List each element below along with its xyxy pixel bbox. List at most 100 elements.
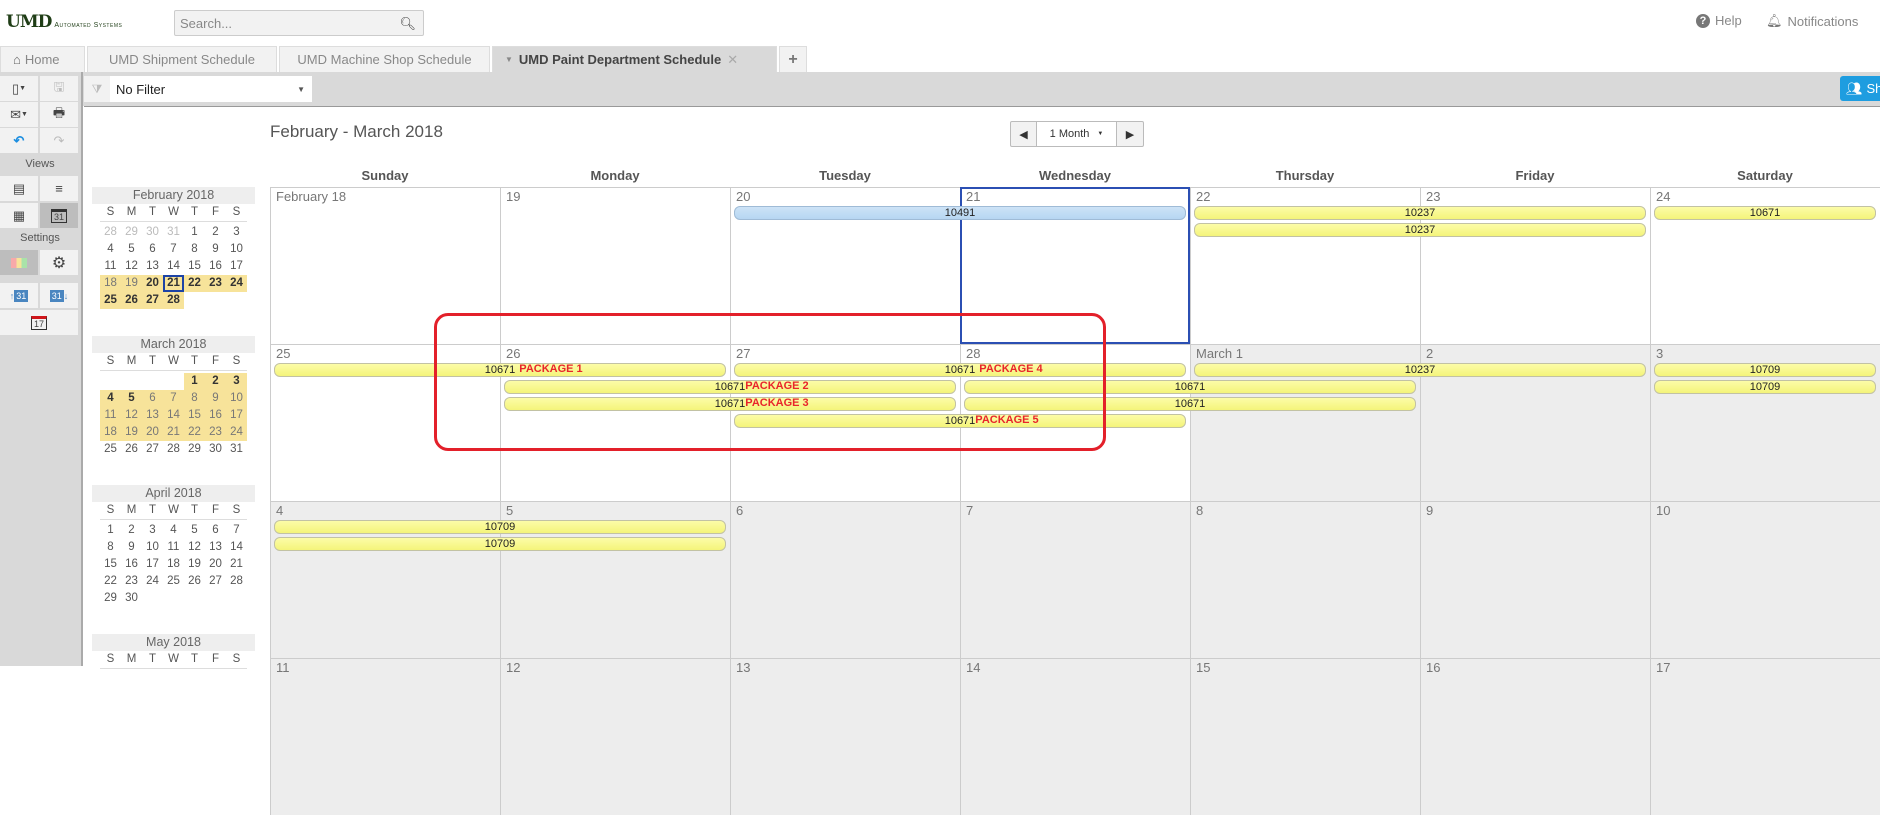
event-bar[interactable]: 10709: [1654, 380, 1876, 394]
day-cell[interactable]: 7: [960, 501, 1190, 658]
settings-button[interactable]: ⚙︎: [40, 250, 78, 275]
mini-day[interactable]: 5: [121, 241, 142, 258]
calendar-view-button[interactable]: 31: [40, 203, 78, 228]
day-cell[interactable]: 10: [1650, 501, 1880, 658]
help-link[interactable]: ? Help: [1696, 13, 1742, 28]
mini-day[interactable]: 25: [163, 573, 184, 590]
new-document-button[interactable]: ▯ ▼: [0, 76, 38, 101]
mini-day[interactable]: 2: [205, 224, 226, 241]
mini-day[interactable]: 9: [121, 539, 142, 556]
day-cell[interactable]: 14: [960, 658, 1190, 815]
day-cell[interactable]: 16: [1420, 658, 1650, 815]
mini-day[interactable]: 18: [100, 275, 121, 292]
mini-day[interactable]: 24: [226, 424, 247, 441]
mini-day[interactable]: 1: [184, 373, 205, 390]
mini-day[interactable]: 15: [184, 407, 205, 424]
mini-day[interactable]: 30: [121, 590, 142, 607]
mini-day[interactable]: 15: [184, 258, 205, 275]
mini-day[interactable]: 6: [142, 241, 163, 258]
event-bar[interactable]: 10237: [1194, 223, 1646, 237]
mini-day[interactable]: 3: [226, 224, 247, 241]
mini-day[interactable]: 10: [142, 539, 163, 556]
tile-view-button[interactable]: ▦: [0, 203, 38, 228]
mini-day[interactable]: 9: [205, 241, 226, 258]
mini-day[interactable]: 23: [121, 573, 142, 590]
mini-day[interactable]: 28: [163, 441, 184, 458]
mini-day[interactable]: 3: [226, 373, 247, 390]
mini-day[interactable]: 19: [121, 424, 142, 441]
mini-day[interactable]: 12: [121, 258, 142, 275]
next-button[interactable]: ▶: [1117, 122, 1143, 146]
mini-day[interactable]: 13: [142, 407, 163, 424]
tab-menu-icon[interactable]: ▼: [505, 55, 513, 64]
mini-day[interactable]: 23: [205, 424, 226, 441]
day-cell[interactable]: 12: [500, 658, 730, 815]
mini-day[interactable]: 28: [163, 292, 184, 309]
mini-day[interactable]: 12: [184, 539, 205, 556]
day-cell[interactable]: 15: [1190, 658, 1420, 815]
previous-button[interactable]: ◀: [1011, 122, 1037, 146]
close-icon[interactable]: ✕: [727, 52, 738, 68]
mini-day[interactable]: 5: [121, 390, 142, 407]
mini-day[interactable]: 14: [163, 407, 184, 424]
search-input[interactable]: Search... 🔍︎: [174, 10, 424, 36]
redo-button[interactable]: ↷: [40, 128, 78, 153]
mini-day[interactable]: 4: [100, 241, 121, 258]
mini-day[interactable]: 10: [226, 241, 247, 258]
gantt-view-button[interactable]: ≡: [40, 176, 78, 201]
mini-day[interactable]: 13: [142, 258, 163, 275]
mini-day[interactable]: 20: [205, 556, 226, 573]
mini-day[interactable]: 3: [142, 522, 163, 539]
email-button[interactable]: ✉︎ ▼: [0, 102, 38, 127]
view-select[interactable]: 1 Month ▼: [1037, 122, 1117, 146]
mini-day[interactable]: 29: [121, 224, 142, 241]
mini-day[interactable]: 19: [184, 556, 205, 573]
color-settings-button[interactable]: [0, 250, 38, 275]
mini-day[interactable]: 22: [100, 573, 121, 590]
mini-day[interactable]: 28: [226, 573, 247, 590]
today-button[interactable]: 17: [0, 310, 78, 335]
mini-day[interactable]: 29: [184, 441, 205, 458]
mini-day[interactable]: 21: [226, 556, 247, 573]
mini-day[interactable]: 23: [205, 275, 226, 292]
mini-day[interactable]: 24: [226, 275, 247, 292]
mini-calendar-title[interactable]: February 2018: [92, 187, 255, 204]
day-cell[interactable]: 13: [730, 658, 960, 815]
mini-day[interactable]: 12: [121, 407, 142, 424]
mini-day[interactable]: 28: [100, 224, 121, 241]
mini-day[interactable]: 22: [184, 275, 205, 292]
day-cell[interactable]: 11: [270, 658, 500, 815]
mini-day[interactable]: 26: [121, 441, 142, 458]
mini-day[interactable]: 11: [100, 258, 121, 275]
event-bar[interactable]: 10671: [1654, 206, 1876, 220]
mini-day[interactable]: 7: [163, 241, 184, 258]
mini-day[interactable]: 27: [205, 573, 226, 590]
mini-day[interactable]: 17: [142, 556, 163, 573]
mini-day[interactable]: 1: [100, 522, 121, 539]
mini-day[interactable]: 20: [142, 424, 163, 441]
umd-logo[interactable]: UMD Automated Systems: [6, 14, 122, 31]
mini-day[interactable]: 5: [184, 522, 205, 539]
tab-shipment-schedule[interactable]: UMD Shipment Schedule: [87, 46, 277, 72]
tab-paint-department-schedule[interactable]: ▼ UMD Paint Department Schedule ✕: [492, 46, 777, 72]
next-period-button[interactable]: 31 ↓: [40, 283, 78, 308]
mini-day[interactable]: 29: [100, 590, 121, 607]
mini-calendar-title[interactable]: May 2018: [92, 634, 255, 651]
event-bar[interactable]: 10709: [274, 520, 726, 534]
mini-day[interactable]: 31: [226, 441, 247, 458]
tab-machine-shop-schedule[interactable]: UMD Machine Shop Schedule: [279, 46, 490, 72]
filter-select[interactable]: ⧩ No Filter ▼: [84, 76, 312, 102]
mini-day[interactable]: 6: [205, 522, 226, 539]
add-tab-button[interactable]: +: [779, 46, 807, 72]
mini-day[interactable]: 27: [142, 292, 163, 309]
mini-day[interactable]: 11: [163, 539, 184, 556]
mini-day[interactable]: 4: [163, 522, 184, 539]
mini-day[interactable]: 8: [184, 390, 205, 407]
save-button[interactable]: 🖫︎: [40, 76, 78, 101]
mini-day[interactable]: 2: [121, 522, 142, 539]
table-view-button[interactable]: ▤: [0, 176, 38, 201]
tab-home[interactable]: ⌂ Home: [0, 46, 85, 72]
mini-day[interactable]: 31: [163, 224, 184, 241]
mini-day[interactable]: 6: [142, 390, 163, 407]
print-button[interactable]: 🖶︎: [40, 102, 78, 127]
